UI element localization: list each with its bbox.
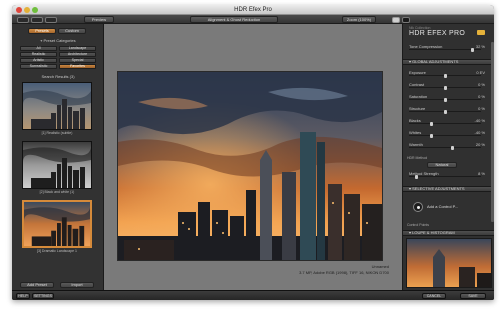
category-favorites[interactable]: Favorites: [59, 64, 96, 69]
control-point-dot-icon: [416, 205, 420, 209]
image-metadata: 3.7 MP, Adobe RGB (1998), TIFF 16, NIKON…: [299, 270, 389, 275]
exposure-knob[interactable]: [444, 73, 447, 78]
category-architecture[interactable]: Architecture: [59, 52, 96, 57]
add-preset-button[interactable]: Add Preset: [20, 282, 54, 288]
preset-1-preview: [23, 83, 91, 129]
brand-title: HDR EFEX PRO: [409, 30, 466, 37]
right-panel: Nik Collection HDR EFEX PRO Tone Compres…: [402, 24, 494, 290]
tab-presets[interactable]: Presets: [28, 28, 56, 34]
toolbar: Preview Alignment & Ghost Reduction Zoom…: [12, 15, 494, 24]
image-canvas[interactable]: Unnamed 3.7 MP, Adobe RGB (1998), TIFF 1…: [104, 24, 402, 290]
app-window: HDR Efex Pro Preview Alignment & Ghost R…: [12, 5, 494, 300]
whites-track: [409, 135, 481, 136]
selective-adjustments-header[interactable]: ▾ SELECTIVE ADJUSTMENTS: [403, 186, 494, 192]
folder-icon[interactable]: [477, 30, 485, 35]
contrast-slider[interactable]: Contrast 0 %: [409, 82, 489, 90]
right-panel-scrollbar[interactable]: [491, 42, 494, 222]
background-light-swatch[interactable]: [392, 17, 400, 23]
blacks-track: [409, 123, 481, 124]
exposure-slider[interactable]: Exposure 0 EV: [409, 70, 489, 78]
saturation-knob[interactable]: [444, 97, 447, 102]
left-panel: Presets Custom ▾ Preset Categories All L…: [12, 24, 104, 290]
saturation-slider[interactable]: Saturation 0 %: [409, 94, 489, 102]
loupe-histogram-header[interactable]: ▾ LOUPE & HISTOGRAM: [403, 230, 494, 236]
whites-slider[interactable]: Whites -40 %: [409, 130, 489, 138]
blacks-slider[interactable]: Blacks -40 %: [409, 118, 489, 126]
preset-2-preview: [23, 142, 91, 188]
loupe-histogram-label: LOUPE & HISTOGRAM: [412, 230, 455, 235]
method-strength-knob[interactable]: [415, 174, 418, 179]
whites-knob[interactable]: [430, 133, 433, 138]
image-name: Unnamed: [371, 264, 389, 269]
category-special[interactable]: Special: [59, 58, 96, 63]
warmth-knob[interactable]: [451, 145, 454, 150]
single-view-button[interactable]: [17, 17, 29, 23]
help-button[interactable]: HELP: [16, 293, 30, 299]
hdr-method-dropdown[interactable]: Natural: [427, 162, 457, 168]
import-button[interactable]: Import: [60, 282, 94, 288]
hdr-method-label: HDR Method: [407, 156, 428, 160]
selective-adjustments-label: SELECTIVE ADJUSTMENTS: [412, 186, 465, 191]
category-all[interactable]: All: [20, 46, 57, 51]
preview-button[interactable]: Preview: [84, 16, 114, 23]
main-photo[interactable]: [117, 71, 383, 261]
hdr-method-value: Natural: [435, 162, 449, 167]
global-adjustments-label: GLOBAL ADJUSTMENTS: [412, 59, 459, 64]
warmth-slider[interactable]: Warmth 20 %: [409, 142, 489, 150]
add-control-point-label: Add a Control P...: [427, 204, 459, 209]
global-adjustments-header[interactable]: ▾ GLOBAL ADJUSTMENTS: [403, 59, 494, 65]
city-skyline-photo: [118, 72, 382, 260]
preset-categories-label: Preset Categories: [43, 38, 76, 43]
bottom-bar: HELP SETTINGS CANCEL SAVE: [12, 290, 494, 300]
tone-compression-knob[interactable]: [471, 47, 474, 52]
title-bar: HDR Efex Pro: [12, 5, 494, 15]
category-artistic[interactable]: Artistic: [20, 58, 57, 63]
zoom-dropdown[interactable]: Zoom (100%): [342, 16, 376, 23]
structure-slider[interactable]: Structure 0 %: [409, 106, 489, 114]
search-results-title: Search Results (3): [41, 74, 75, 79]
split-view-button[interactable]: [31, 17, 43, 23]
preset-caption-1: [1] Realistic (subtle): [41, 131, 73, 135]
method-strength-track: [409, 176, 481, 177]
category-landscape[interactable]: Landscape: [59, 46, 96, 51]
ghost-reduction-button[interactable]: Alignment & Ghost Reduction: [190, 16, 278, 23]
contrast-knob[interactable]: [444, 85, 447, 90]
preset-categories-title: ▾ Preset Categories: [12, 38, 104, 43]
preset-3-preview: [24, 202, 90, 246]
loupe-preview[interactable]: [406, 238, 492, 288]
background-dark-swatch[interactable]: [402, 17, 410, 23]
settings-button[interactable]: SETTINGS: [32, 293, 54, 299]
save-button[interactable]: SAVE: [460, 293, 486, 299]
preset-thumbnail-2[interactable]: [22, 141, 92, 189]
preset-caption-3: [3] Dramatic Landscape 1: [37, 249, 77, 253]
preset-thumbnail-3[interactable]: [22, 200, 92, 248]
method-strength-slider[interactable]: Method Strength 8 %: [409, 171, 489, 179]
cancel-button[interactable]: CANCEL: [422, 293, 446, 299]
preset-thumbnail-1[interactable]: [22, 82, 92, 130]
control-points-label: Control Points: [407, 223, 429, 227]
structure-knob[interactable]: [444, 109, 447, 114]
tone-compression-slider[interactable]: Tone Compression 32 %: [409, 44, 489, 52]
preset-caption-2: [2] Black and white (1): [39, 190, 75, 194]
blacks-knob[interactable]: [430, 121, 433, 126]
loupe-image: [407, 239, 491, 287]
category-realistic[interactable]: Realistic: [20, 52, 57, 57]
warmth-track: [409, 147, 481, 148]
category-surrealistic[interactable]: Surrealistic: [20, 64, 57, 69]
add-control-point-button[interactable]: Add a Control P...: [413, 200, 473, 214]
window-title: HDR Efex Pro: [234, 7, 272, 13]
tab-custom[interactable]: Custom: [58, 28, 86, 34]
side-by-side-view-button[interactable]: [45, 17, 57, 23]
